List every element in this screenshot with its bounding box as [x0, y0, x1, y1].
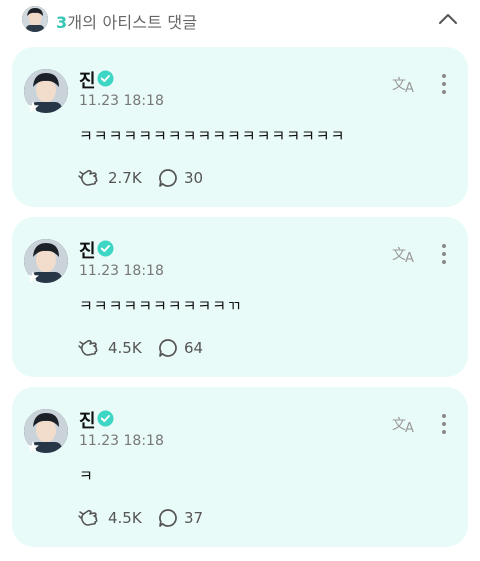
header-title-label: 개의 아티스트 댓글: [67, 13, 198, 32]
svg-text:文: 文: [392, 417, 406, 433]
comment-card: 진 11.23 18:18 文A ㅋㅋㅋㅋㅋㅋㅋㅋㅋㅋㅋㅋㅋㅋㅋㅋㅋㅋ 2.7K…: [12, 47, 468, 207]
reply-count: 30: [184, 169, 204, 187]
comment-text: ㅋ: [79, 467, 94, 485]
artist-comments-header[interactable]: 3개의 아티스트 댓글: [0, 0, 480, 40]
svg-text:A: A: [405, 421, 414, 435]
more-vertical-icon[interactable]: [438, 73, 450, 95]
reply-bubble-icon[interactable]: [158, 508, 178, 528]
translate-icon[interactable]: 文A: [392, 73, 418, 96]
cheer-count: 2.7K: [108, 169, 142, 187]
cheer-count: 4.5K: [108, 339, 142, 357]
comment-date: 11.23 18:18: [79, 433, 164, 449]
verified-badge-icon: [97, 410, 114, 427]
cheer-hand-icon[interactable]: [78, 507, 100, 529]
reply-count: 37: [184, 509, 204, 527]
comment-date: 11.23 18:18: [79, 263, 164, 279]
star-icon: [26, 269, 40, 283]
cheer-count: 4.5K: [108, 509, 142, 527]
reply-bubble-icon[interactable]: [158, 168, 178, 188]
cheer-hand-icon[interactable]: [78, 167, 100, 189]
verified-badge-icon: [97, 70, 114, 87]
comment-count: 3: [56, 13, 68, 32]
svg-text:文: 文: [392, 247, 406, 263]
comment-text: ㅋㅋㅋㅋㅋㅋㅋㅋㅋㅋㅋㅋㅋㅋㅋㅋㅋㅋ: [79, 127, 346, 145]
reply-bubble-icon[interactable]: [158, 338, 178, 358]
star-icon: [26, 99, 40, 113]
author-name[interactable]: 진: [79, 407, 96, 433]
header-title: 3개의 아티스트 댓글: [56, 9, 197, 33]
star-icon: [26, 439, 40, 453]
comment-date: 11.23 18:18: [79, 93, 164, 109]
svg-text:A: A: [405, 251, 414, 265]
more-vertical-icon[interactable]: [438, 243, 450, 265]
translate-icon[interactable]: 文A: [392, 413, 418, 436]
comment-card: 진 11.23 18:18 文A ㅋㅋㅋㅋㅋㅋㅋㅋㅋㅋㄲ 4.5K 64: [12, 217, 468, 377]
chevron-up-icon[interactable]: [436, 8, 460, 30]
comment-text: ㅋㅋㅋㅋㅋㅋㅋㅋㅋㅋㄲ: [79, 297, 242, 315]
verified-badge-icon: [97, 240, 114, 257]
author-name[interactable]: 진: [79, 67, 96, 93]
svg-text:文: 文: [392, 77, 406, 93]
reply-count: 64: [184, 339, 204, 357]
header-avatar: [22, 6, 48, 32]
author-name[interactable]: 진: [79, 237, 96, 263]
more-vertical-icon[interactable]: [438, 413, 450, 435]
cheer-hand-icon[interactable]: [78, 337, 100, 359]
translate-icon[interactable]: 文A: [392, 243, 418, 266]
comment-card: 진 11.23 18:18 文A ㅋ 4.5K 37: [12, 387, 468, 547]
svg-text:A: A: [405, 81, 414, 95]
